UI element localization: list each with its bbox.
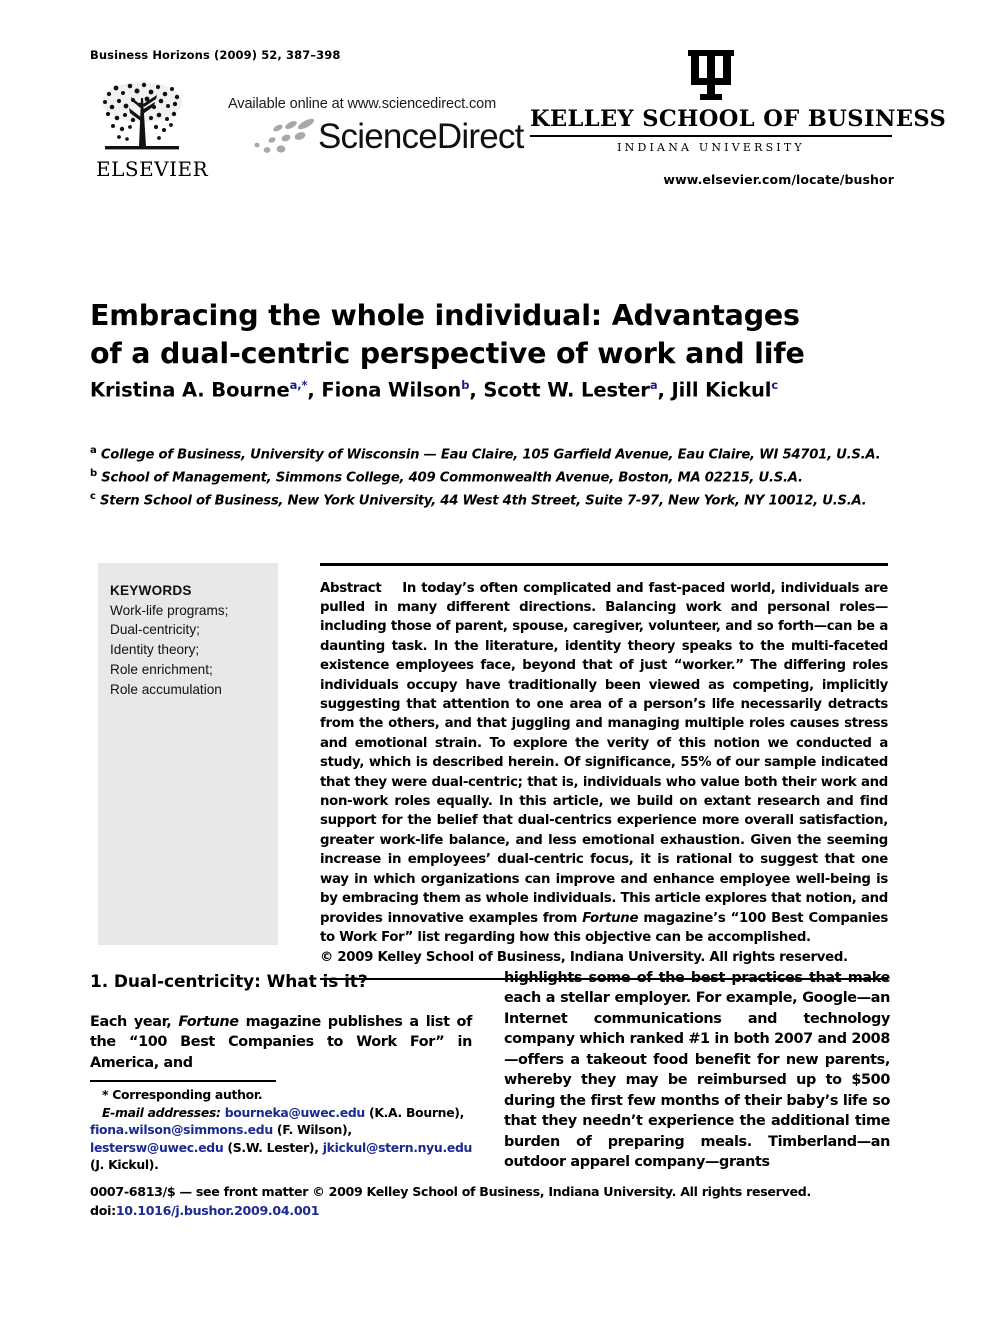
author-list: Kristina A. Bournea,*, Fiona Wilsonb, Sc… [90, 378, 779, 402]
title-line-2: of a dual-centric perspective of work an… [90, 336, 805, 370]
author-marker: b [461, 378, 470, 392]
elsevier-wordmark: ELSEVIER [96, 157, 209, 181]
front-matter-line: 0007-6813/$ — see front matter © 2009 Ke… [90, 1184, 811, 1199]
doi-line: doi:10.1016/j.bushor.2009.04.001 [90, 1202, 890, 1221]
abstract-label: Abstract [320, 580, 382, 596]
affiliation-text: Stern School of Business, New York Unive… [100, 493, 867, 509]
author-name: Scott W. Lester [483, 378, 650, 402]
body-column-left: Each year, Fortune magazine publishes a … [90, 1012, 472, 1073]
keyword-item: Identity theory; [110, 642, 200, 658]
affiliation-marker: b [90, 467, 97, 479]
doi-link[interactable]: 10.1016/j.bushor.2009.04.001 [116, 1203, 320, 1218]
keyword-item: Dual-centricity; [110, 622, 200, 638]
email-person: (S.W. Lester), [227, 1139, 319, 1155]
imprint-block: 0007-6813/$ — see front matter © 2009 Ke… [90, 1183, 890, 1221]
author-marker: a [649, 378, 658, 392]
keywords-panel: KEYWORDS Work-life programs; Dual-centri… [98, 563, 278, 945]
author-name: Jill Kickul [671, 378, 772, 402]
email-link[interactable]: jkickul@stern.nyu.edu [323, 1140, 473, 1155]
kelley-school-name: KELLEY SCHOOL OF BUSINESS [530, 106, 946, 137]
affiliation-list: a College of Business, University of Wis… [90, 443, 902, 512]
abstract-body-1: In today’s often complicated and fast-pa… [320, 580, 888, 926]
author-name: Fiona Wilson [321, 378, 462, 402]
abstract-copyright: © 2009 Kelley School of Business, Indian… [320, 950, 848, 966]
journal-reference: Business Horizons (2009) 52, 387–398 [90, 48, 341, 62]
keyword-item: Role enrichment; [110, 661, 213, 677]
doi-label: doi: [90, 1202, 116, 1218]
author-marker: a,* [289, 378, 308, 392]
sciencedirect-logo: Available online at www.sciencedirect.co… [228, 96, 528, 158]
elsevier-logo: ELSEVIER [96, 80, 209, 181]
corresponding-author-note: * Corresponding author. [102, 1087, 263, 1102]
iu-trident-icon [688, 50, 734, 100]
sciencedirect-wordmark: ScienceDirect [318, 117, 524, 156]
author-marker: c [771, 378, 779, 392]
keyword-item: Role accumulation [110, 681, 222, 697]
sciencedirect-available-text: Available online at www.sciencedirect.co… [228, 96, 497, 112]
page-title: Embracing the whole individual: Advantag… [90, 297, 890, 373]
left-italic-term: Fortune [178, 1014, 239, 1030]
keyword-item: Work-life programs; [110, 602, 229, 618]
email-label: E-mail addresses: [102, 1104, 221, 1120]
affiliation-marker: a [90, 445, 97, 456]
left-text-1: Each year, [90, 1014, 179, 1030]
email-note: E-mail addresses: bourneka@uwec.edu (K.A… [90, 1104, 480, 1174]
email-person: (J. Kickul). [90, 1157, 159, 1173]
email-link[interactable]: bourneka@uwec.edu [225, 1105, 366, 1120]
journal-article-page: Business Horizons (2009) 52, 387–398 ELS… [0, 0, 992, 1323]
elsevier-tree-icon [102, 82, 182, 150]
keywords-heading: KEYWORDS [110, 583, 192, 598]
body-column-right: highlights some of the best practices th… [504, 970, 890, 1171]
email-person: (K.A. Bourne), [368, 1104, 465, 1120]
email-person: (F. Wilson), [276, 1122, 352, 1138]
email-link[interactable]: fiona.wilson@simmons.edu [90, 1122, 273, 1137]
abstract-text: Abstract In today’s often complicated an… [320, 566, 888, 978]
affiliation-text: College of Business, University of Wisco… [100, 447, 881, 463]
affiliation-marker: c [90, 490, 96, 502]
title-line-1: Embracing the whole individual: Advantag… [90, 299, 800, 333]
section-heading: 1. Dual-centricity: What is it? [90, 972, 368, 992]
abstract-column: Abstract In today’s often complicated an… [320, 563, 888, 981]
footnote-block: * Corresponding author. E-mail addresses… [90, 1086, 480, 1174]
elsevier-locator-url[interactable]: www.elsevier.com/locate/bushor [663, 172, 894, 187]
affiliation-item: b School of Management, Simmons College,… [90, 466, 902, 489]
affiliation-item: a College of Business, University of Wis… [90, 443, 902, 466]
affiliation-item: c Stern School of Business, New York Uni… [90, 489, 902, 512]
sciencedirect-swoosh-icon [254, 118, 315, 153]
affiliation-text: School of Management, Simmons College, 4… [101, 470, 803, 486]
footnote-divider [90, 1080, 276, 1082]
abstract-italic-term: Fortune [582, 910, 639, 926]
kelley-university-name: INDIANA UNIVERSITY [617, 141, 805, 154]
email-link[interactable]: lestersw@uwec.edu [90, 1140, 224, 1155]
author-name: Kristina A. Bourne [90, 378, 290, 402]
kelley-school-logo: KELLEY SCHOOL OF BUSINESS INDIANA UNIVER… [530, 48, 946, 154]
